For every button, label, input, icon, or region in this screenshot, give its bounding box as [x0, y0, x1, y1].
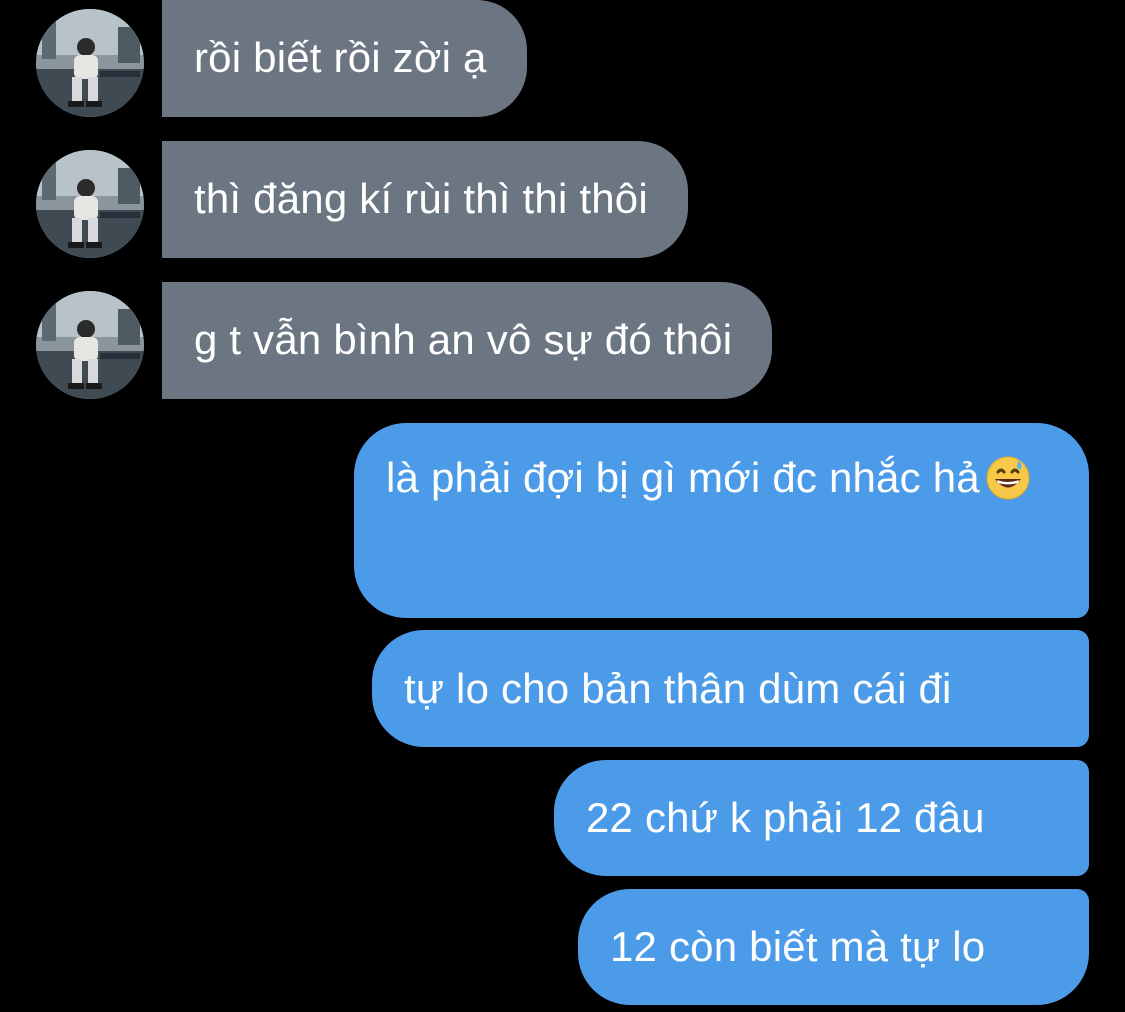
contact-avatar[interactable]	[36, 150, 144, 258]
message-bubble-outgoing[interactable]: là phải đợi bị gì mới đc nhắc hả	[354, 423, 1089, 618]
message-bubble-outgoing[interactable]: tự lo cho bản thân dùm cái đi	[372, 630, 1089, 747]
message-text: 22 chứ k phải 12 đâu	[586, 794, 985, 841]
message-bubble-incoming[interactable]: g t vẫn bình an vô sự đó thôi	[162, 282, 773, 399]
message-text: là phải đợi bị gì mới đc nhắc hả	[386, 454, 980, 501]
message-text: tự lo cho bản thân dùm cái đi	[404, 665, 952, 712]
grinning-face-with-sweat-icon	[986, 456, 1030, 500]
message-bubble-outgoing[interactable]: 22 chứ k phải 12 đâu	[554, 760, 1089, 876]
message-bubble-outgoing[interactable]: 12 còn biết mà tự lo	[578, 889, 1089, 1005]
message-text: rồi biết rồi zời ạ	[194, 34, 487, 81]
contact-avatar[interactable]	[36, 291, 144, 399]
avatar-photo-icon	[36, 9, 144, 117]
message-text: g t vẫn bình an vô sự đó thôi	[194, 316, 733, 363]
message-text: thì đăng kí rùi thì thi thôi	[194, 175, 648, 222]
avatar-photo-icon	[36, 291, 144, 399]
avatar-photo-icon	[36, 150, 144, 258]
chat-thread: rồi biết rồi zời ạ thì đăng kí rùi thì t…	[0, 0, 1125, 1012]
message-bubble-incoming[interactable]: rồi biết rồi zời ạ	[162, 0, 527, 117]
message-bubble-incoming[interactable]: thì đăng kí rùi thì thi thôi	[162, 141, 688, 258]
contact-avatar[interactable]	[36, 9, 144, 117]
message-text: 12 còn biết mà tự lo	[610, 923, 986, 970]
